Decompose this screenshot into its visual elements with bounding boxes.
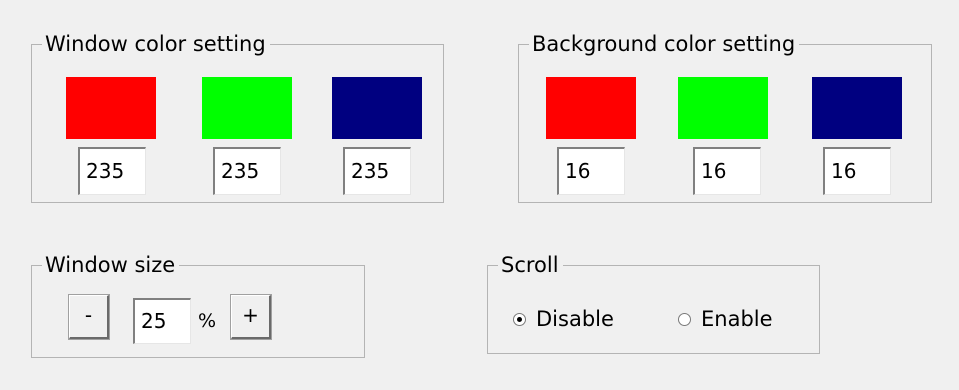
- scroll-group: Scroll Disable Enable: [487, 252, 820, 354]
- background-red-swatch: [546, 77, 636, 139]
- background-blue-swatch: [812, 77, 902, 139]
- window-red-input[interactable]: 235: [78, 147, 146, 195]
- window-blue-input[interactable]: 235: [343, 147, 411, 195]
- background-green-swatch: [678, 77, 768, 139]
- percent-label: %: [198, 310, 217, 332]
- disable-radio[interactable]: [513, 312, 526, 326]
- window-size-title: Window size: [42, 252, 180, 278]
- decrease-size-button[interactable]: -: [68, 294, 110, 340]
- increase-size-button[interactable]: +: [230, 294, 272, 340]
- window-green-swatch: [202, 77, 292, 139]
- enable-label: Enable: [701, 307, 773, 331]
- scroll-title: Scroll: [498, 252, 563, 278]
- window-size-group: Window size - 25 % +: [31, 252, 365, 358]
- background-red-input[interactable]: 16: [557, 147, 625, 195]
- window-color-title: Window color setting: [42, 31, 270, 57]
- window-size-input[interactable]: 25: [133, 298, 191, 344]
- disable-label: Disable: [536, 307, 614, 331]
- background-color-group: Background color setting 16 16 16: [518, 31, 932, 203]
- window-blue-swatch: [332, 77, 422, 139]
- enable-radio[interactable]: [678, 312, 691, 326]
- scroll-disable-option[interactable]: Disable: [513, 307, 614, 331]
- background-blue-input[interactable]: 16: [823, 147, 891, 195]
- scroll-enable-option[interactable]: Enable: [678, 307, 773, 331]
- window-red-swatch: [66, 77, 156, 139]
- window-color-group: Window color setting 235 235 235: [31, 31, 444, 203]
- background-green-input[interactable]: 16: [693, 147, 761, 195]
- background-color-title: Background color setting: [529, 31, 800, 57]
- window-green-input[interactable]: 235: [213, 147, 281, 195]
